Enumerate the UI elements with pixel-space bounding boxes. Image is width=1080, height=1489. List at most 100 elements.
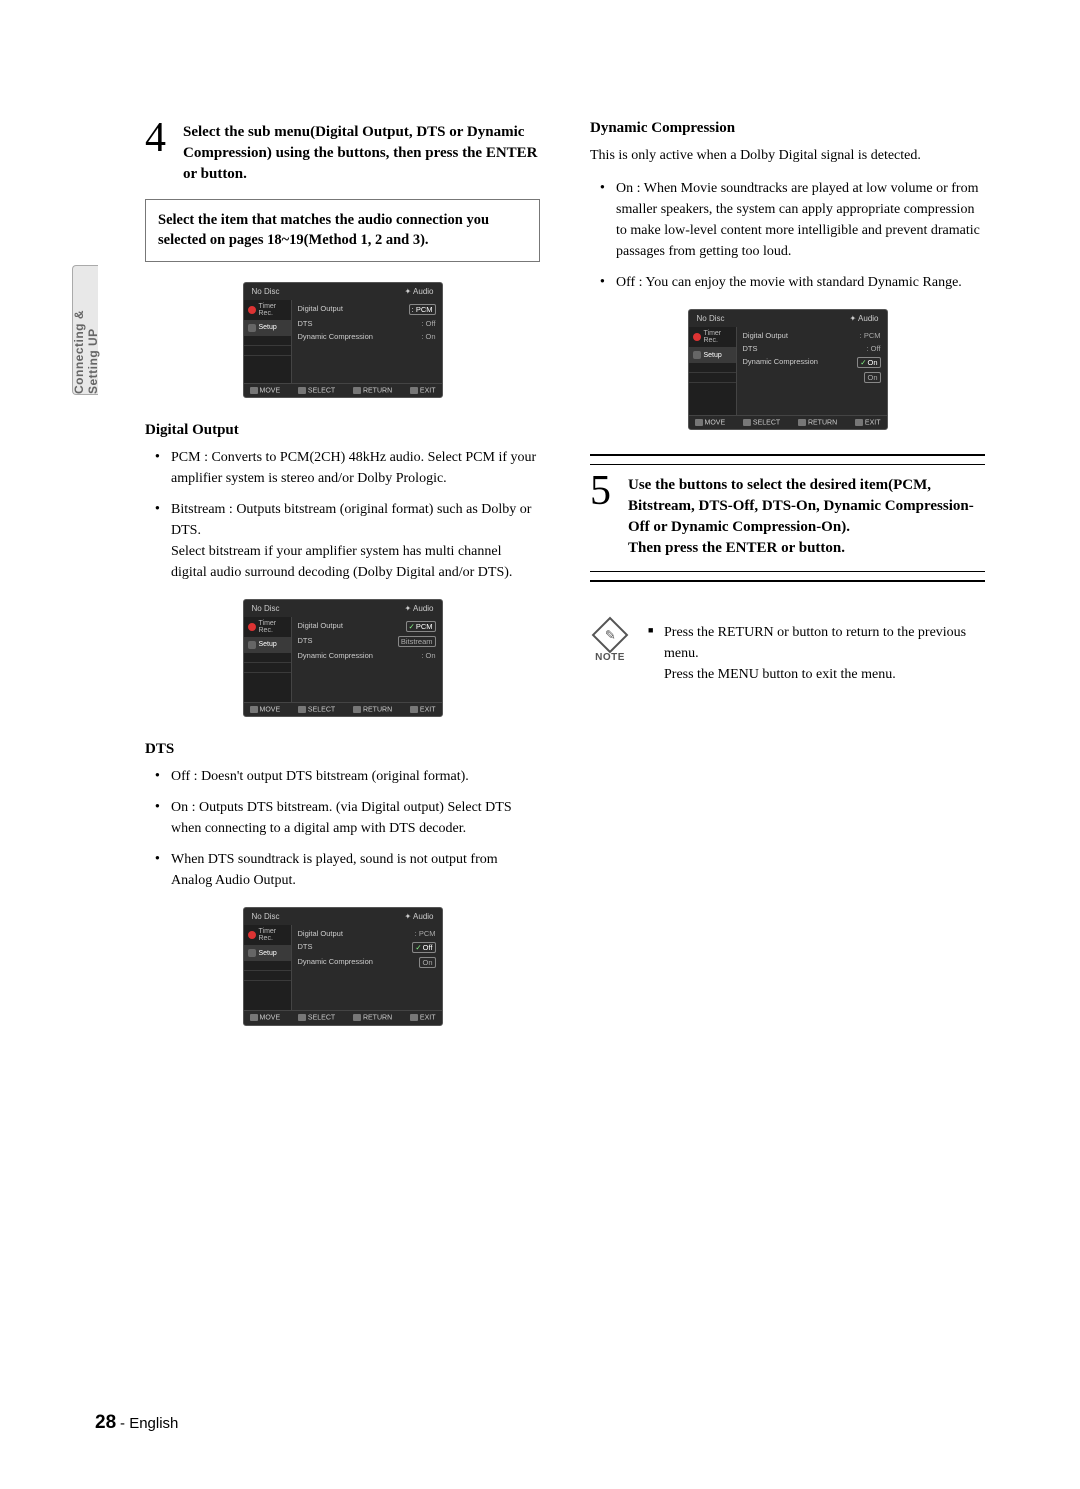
key-icon <box>410 387 418 394</box>
key-icon <box>410 706 418 713</box>
osd-row-label: DTS <box>743 344 758 353</box>
page-language: - English <box>120 1415 178 1432</box>
gear-icon <box>248 949 256 957</box>
divider <box>590 580 985 582</box>
osd-row-value: : PCM <box>860 331 881 340</box>
page-footer: 28 - English <box>95 1412 178 1434</box>
osd-side-label: Timer Rec. <box>259 303 287 317</box>
step-text: Select the sub menu(Digital Output, DTS … <box>183 120 540 185</box>
osd-foot-label: EXIT <box>420 706 436 713</box>
osd-foot-label: MOVE <box>260 706 281 713</box>
key-icon <box>798 419 806 426</box>
record-icon <box>693 333 701 341</box>
pencil-icon: ✎ <box>605 627 616 643</box>
key-icon <box>298 1014 306 1021</box>
bullet-item: When DTS soundtrack is played, sound is … <box>159 849 540 891</box>
dts-heading: DTS <box>145 741 540 758</box>
osd-row-label: Dynamic Compression <box>743 357 818 368</box>
osd-row-label: DTS <box>298 942 313 953</box>
osd-foot-label: SELECT <box>753 419 780 426</box>
osd-foot-label: EXIT <box>420 1015 436 1022</box>
osd-row-value: On <box>864 372 880 383</box>
osd-breadcrumb: ✦ Audio <box>405 604 434 613</box>
osd-row-value: On <box>419 957 435 968</box>
osd-row-value: PCM <box>406 621 436 632</box>
note-label: NOTE <box>590 652 630 663</box>
bullet-item: Bitstream : Outputs bitstream (original … <box>159 499 540 583</box>
osd-foot-label: RETURN <box>363 1015 392 1022</box>
osd-foot-label: MOVE <box>260 387 281 394</box>
osd-foot-label: EXIT <box>420 387 436 394</box>
osd-screenshot-2: No Disc ✦ Audio Timer Rec. Setup Digital… <box>145 599 540 717</box>
divider <box>590 454 985 456</box>
osd-row-value: Off <box>412 942 435 953</box>
bullet-item: Off : Doesn't output DTS bitstream (orig… <box>159 766 540 787</box>
page-number: 28 <box>95 1412 116 1433</box>
key-icon <box>250 1014 258 1021</box>
osd-screenshot-3: No Disc ✦ Audio Timer Rec. Setup Digital… <box>145 907 540 1025</box>
osd-side-label: Timer Rec. <box>259 928 287 942</box>
gear-icon <box>693 351 701 359</box>
osd-side-label: Setup <box>259 950 277 957</box>
gear-icon <box>248 324 256 332</box>
digital-output-heading: Digital Output <box>145 422 540 439</box>
step-number: 5 <box>590 473 618 559</box>
key-icon <box>695 419 703 426</box>
osd-foot-label: RETURN <box>363 706 392 713</box>
content-columns: 4 Select the sub menu(Digital Output, DT… <box>95 120 985 1050</box>
osd-breadcrumb: ✦ Audio <box>405 287 434 296</box>
osd-side-label: Timer Rec. <box>704 330 732 344</box>
osd-row-label: DTS <box>298 319 313 328</box>
osd-foot-label: RETURN <box>808 419 837 426</box>
osd-row-label: Digital Output <box>298 621 343 632</box>
left-column: 4 Select the sub menu(Digital Output, DT… <box>95 120 540 1050</box>
osd-foot-label: EXIT <box>865 419 881 426</box>
osd-foot-label: RETURN <box>363 387 392 394</box>
osd-row-label: Dynamic Compression <box>298 651 373 660</box>
osd-breadcrumb: ✦ Audio <box>850 314 879 323</box>
key-icon <box>855 419 863 426</box>
osd-foot-label: MOVE <box>705 419 726 426</box>
key-icon <box>250 706 258 713</box>
key-icon <box>353 387 361 394</box>
dynamic-compression-heading: Dynamic Compression <box>590 120 985 137</box>
osd-status: No Disc <box>697 314 725 323</box>
record-icon <box>248 623 256 631</box>
side-tab-label: Connecting & Setting UP <box>72 266 100 394</box>
gear-icon <box>248 641 256 649</box>
dyn-intro: This is only active when a Dolby Digital… <box>590 145 985 166</box>
connection-note-box: Select the item that matches the audio c… <box>145 199 540 262</box>
side-tab: Connecting & Setting UP <box>72 265 98 395</box>
bullet-item: On : Outputs DTS bitstream. (via Digital… <box>159 797 540 839</box>
step-number: 4 <box>145 120 173 185</box>
osd-side-label: Setup <box>259 324 277 331</box>
record-icon <box>248 931 256 939</box>
osd-screenshot-4: No Disc ✦ Audio Timer Rec. Setup Digital… <box>590 309 985 430</box>
osd-status: No Disc <box>252 912 280 921</box>
osd-row-value: : On <box>421 332 435 341</box>
key-icon <box>410 1014 418 1021</box>
osd-row-value: : PCM <box>415 929 436 938</box>
key-icon <box>250 387 258 394</box>
osd-foot-label: SELECT <box>308 706 335 713</box>
osd-row-value: : Off <box>866 344 880 353</box>
divider <box>590 464 985 465</box>
osd-status: No Disc <box>252 604 280 613</box>
osd-row-label: Digital Output <box>743 331 788 340</box>
key-icon <box>353 1014 361 1021</box>
osd-status: No Disc <box>252 287 280 296</box>
osd-row-value: Bitstream <box>398 636 436 647</box>
key-icon <box>298 387 306 394</box>
divider <box>590 571 985 572</box>
osd-row-label: DTS <box>298 636 313 647</box>
note-line: Press the RETURN or button to return to … <box>648 622 985 685</box>
osd-row-value: : On <box>421 651 435 660</box>
osd-side-label: Setup <box>704 352 722 359</box>
key-icon <box>298 706 306 713</box>
step-5: 5 Use the buttons to select the desired … <box>590 473 985 559</box>
bullet-item: Off : You can enjoy the movie with stand… <box>604 272 985 293</box>
osd-foot-label: SELECT <box>308 1015 335 1022</box>
osd-screenshot-1: No Disc ✦ Audio Timer Rec. Setup Digital… <box>145 282 540 398</box>
osd-row-label: Digital Output <box>298 304 343 315</box>
osd-foot-label: SELECT <box>308 387 335 394</box>
